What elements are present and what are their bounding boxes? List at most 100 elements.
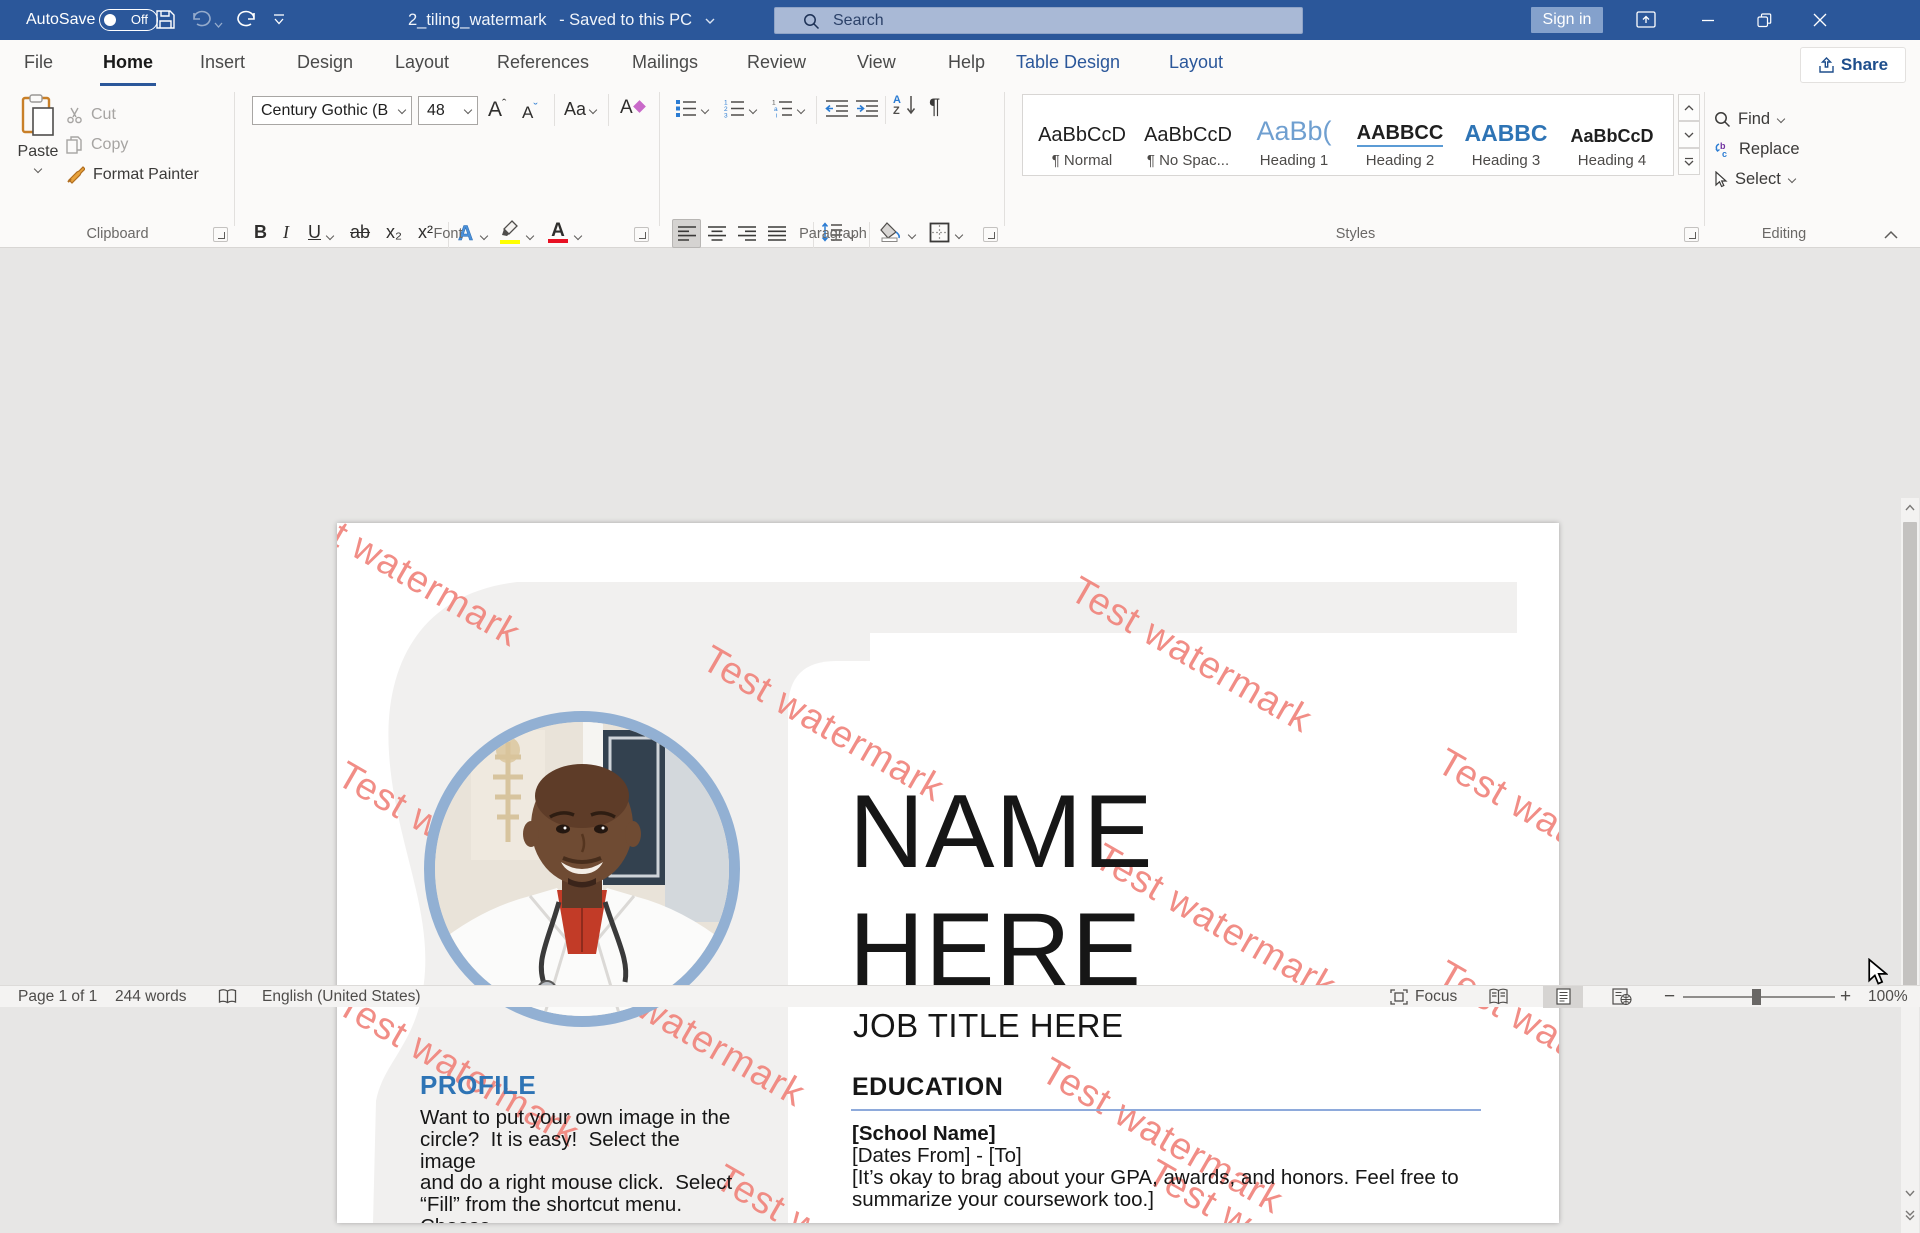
tab-help[interactable]: Help [945, 40, 988, 86]
zoom-slider-thumb[interactable] [1752, 989, 1761, 1005]
numbering-button[interactable]: 123 [723, 98, 745, 123]
tab-home[interactable]: Home [100, 40, 156, 86]
tab-layout-contextual[interactable]: Layout [1166, 40, 1226, 86]
bullets-dropdown-icon[interactable] [701, 106, 710, 115]
style-heading-3[interactable]: AABBCHeading 3 [1453, 95, 1559, 175]
profile-heading[interactable]: PROFILE [420, 1070, 536, 1101]
clear-formatting-button[interactable]: A [620, 97, 644, 119]
style-sample: AaBbCcD [1144, 103, 1232, 147]
paste-button[interactable]: Paste [12, 94, 64, 198]
zoom-out-button[interactable]: − [1664, 986, 1675, 1007]
cut-button[interactable]: Cut [66, 106, 116, 124]
tab-table-design-contextual[interactable]: Table Design [1013, 40, 1123, 86]
language-indicator[interactable]: English (United States) [262, 986, 421, 1007]
document-area[interactable]: Test watermarkTest watermarkTest waterma… [0, 248, 1920, 985]
styles-scroll-down-button[interactable] [1678, 121, 1700, 148]
style-normal[interactable]: AaBbCcD¶ Normal [1029, 95, 1135, 175]
scroll-up-icon[interactable] [1901, 502, 1919, 514]
save-icon[interactable] [155, 9, 179, 31]
share-button[interactable]: Share [1800, 47, 1906, 83]
zoom-in-button[interactable]: + [1840, 986, 1851, 1007]
undo-dropdown-icon[interactable] [214, 16, 238, 38]
autosave-toggle[interactable]: Off [99, 9, 158, 31]
tab-layout[interactable]: Layout [392, 40, 452, 86]
numbering-dropdown-icon[interactable] [749, 106, 758, 115]
education-dates[interactable]: [Dates From] - [To] [852, 1144, 1022, 1168]
tab-view[interactable]: View [854, 40, 899, 86]
clipboard-group-label: Clipboard [0, 226, 235, 242]
education-body-line2[interactable]: summarize your coursework too.] [852, 1188, 1154, 1212]
search-box[interactable] [774, 7, 1303, 34]
shrink-font-button[interactable]: Aˇ [522, 100, 538, 123]
select-button[interactable]: Select [1714, 166, 1797, 192]
name-heading[interactable]: NAME HERE [849, 773, 1153, 1009]
replace-button[interactable]: bc Replace [1714, 136, 1800, 162]
tab-file[interactable]: File [21, 40, 56, 86]
undo-icon[interactable] [190, 9, 214, 31]
proofing-icon[interactable] [218, 989, 237, 1011]
styles-dialog-launcher[interactable] [1684, 227, 1699, 242]
document-title[interactable]: 2_tiling_watermark - Saved to this PC [408, 0, 715, 40]
tab-references[interactable]: References [494, 40, 592, 86]
style-heading-2[interactable]: AABBCCHeading 2 [1347, 95, 1453, 175]
increase-indent-button[interactable] [855, 98, 879, 123]
tab-review[interactable]: Review [744, 40, 809, 86]
word-count[interactable]: 244 words [115, 986, 187, 1007]
clipboard-dialog-launcher[interactable] [213, 227, 228, 242]
styles-gallery: AaBbCcD¶ NormalAaBbCcD¶ No Spac...AaBb(H… [1022, 94, 1674, 176]
styles-scroll-up-button[interactable] [1678, 94, 1700, 121]
autosave-state: Off [131, 12, 148, 27]
multilevel-dropdown-icon[interactable] [797, 106, 806, 115]
tab-insert[interactable]: Insert [197, 40, 248, 86]
copy-button[interactable]: Copy [66, 136, 128, 154]
decrease-indent-button[interactable] [825, 98, 849, 123]
education-body-line1[interactable]: [It’s okay to brag about your GPA, award… [852, 1166, 1459, 1190]
paragraph-dialog-launcher[interactable] [983, 227, 998, 242]
share-icon [1818, 57, 1835, 74]
education-heading[interactable]: EDUCATION [852, 1073, 1003, 1102]
bullets-button[interactable] [675, 98, 697, 123]
find-button[interactable]: Find [1714, 106, 1786, 132]
styles-gallery-expand-button[interactable] [1678, 148, 1700, 175]
tab-design[interactable]: Design [294, 40, 356, 86]
style-heading-4[interactable]: AaBbCcDHeading 4 [1559, 95, 1665, 175]
font-name-combo[interactable]: Century Gothic (B [252, 96, 412, 125]
sort-button[interactable]: AZ [893, 95, 901, 117]
ribbon-display-options-icon[interactable] [1624, 0, 1668, 40]
web-layout-button[interactable] [1612, 988, 1632, 1011]
print-layout-button[interactable] [1543, 986, 1583, 1008]
format-painter-button[interactable]: Format Painter [66, 166, 199, 184]
show-hide-pilcrow-button[interactable]: ¶ [929, 95, 940, 119]
search-input[interactable] [833, 8, 1273, 33]
next-page-icon[interactable] [1901, 1210, 1919, 1224]
collapse-ribbon-button[interactable] [1884, 226, 1898, 244]
restore-button[interactable] [1742, 0, 1786, 40]
style-heading-1[interactable]: AaBb(Heading 1 [1241, 95, 1347, 175]
grow-font-button[interactable]: Aˆ [488, 96, 506, 122]
profile-photo[interactable] [424, 711, 740, 1027]
scrollbar-thumb[interactable] [1903, 522, 1917, 1005]
read-mode-button[interactable] [1488, 988, 1509, 1011]
multilevel-list-button[interactable]: 1ai [771, 98, 793, 123]
change-case-button[interactable]: Aa [564, 99, 598, 120]
font-dialog-launcher[interactable] [634, 227, 649, 242]
focus-button[interactable]: Focus [1390, 989, 1457, 1005]
profile-paragraph[interactable]: Want to put your own image in thecircle?… [420, 1107, 740, 1223]
redo-icon[interactable] [236, 9, 260, 31]
quick-access-toolbar-icon[interactable] [272, 13, 296, 35]
tab-mailings[interactable]: Mailings [629, 40, 701, 86]
paste-clipboard-icon [20, 94, 56, 138]
font-size-combo[interactable]: 48 [418, 96, 478, 125]
sign-in-button[interactable]: Sign in [1531, 7, 1603, 33]
style-no-spac[interactable]: AaBbCcD¶ No Spac... [1135, 95, 1241, 175]
scroll-down-icon[interactable] [1901, 1188, 1919, 1200]
mouse-cursor [1866, 958, 1888, 986]
document-page[interactable]: Test watermarkTest watermarkTest waterma… [337, 523, 1559, 1223]
page-indicator[interactable]: Page 1 of 1 [18, 986, 97, 1007]
minimize-button[interactable] [1686, 0, 1730, 40]
zoom-level[interactable]: 100% [1868, 986, 1908, 1007]
job-title[interactable]: JOB TITLE HERE [853, 1007, 1123, 1045]
education-school[interactable]: [School Name] [852, 1122, 996, 1146]
close-button[interactable] [1798, 0, 1842, 40]
vertical-scrollbar[interactable] [1901, 498, 1919, 1233]
